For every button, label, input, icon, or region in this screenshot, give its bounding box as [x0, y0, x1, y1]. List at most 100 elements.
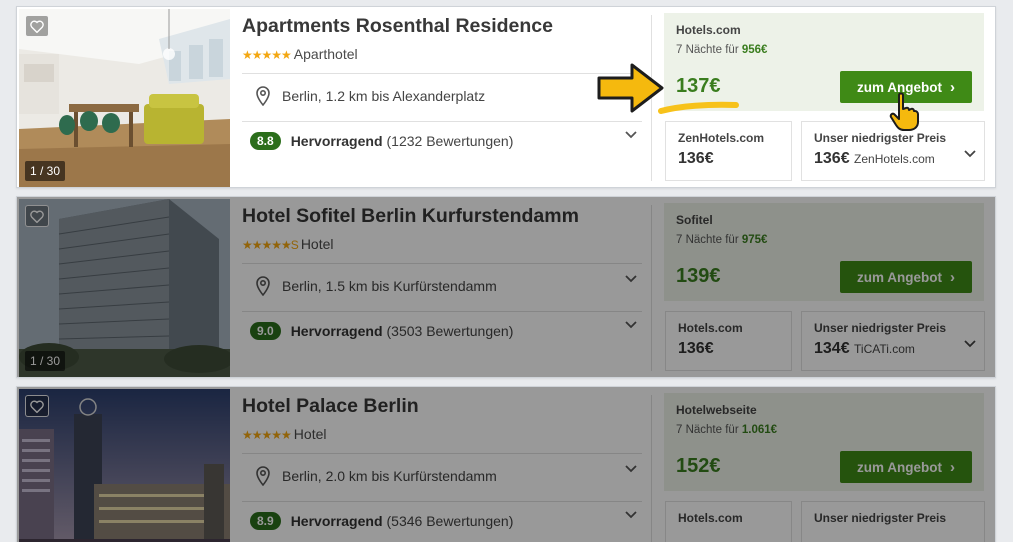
deal-total: 1.061€	[741, 424, 778, 436]
location-row[interactable]: Berlin, 2.0 km bis Kurfürstendamm	[256, 466, 497, 486]
to-offer-button[interactable]: zum Angebot ›	[840, 261, 972, 293]
top-deal-panel[interactable]: Hotels.com 7 Nächte für 956€ 137€ zum An…	[664, 13, 984, 111]
deal-price: 139€	[676, 265, 721, 287]
star-rating: ★★★★★	[242, 238, 292, 252]
alt-offer-1[interactable]: Hotels.com	[665, 501, 792, 542]
hotel-category: ★★★★★S Hotel	[242, 236, 334, 252]
location-pin-icon	[256, 466, 270, 486]
price-underline	[658, 101, 739, 114]
deal-provider: Hotelwebseite	[676, 403, 757, 417]
favorite-heart-button[interactable]	[25, 395, 49, 417]
hotel-type: Aparthotel	[293, 46, 358, 62]
alt-provider: Hotels.com	[678, 321, 743, 335]
rating-label: Hervorragend	[290, 133, 383, 149]
hotel-name[interactable]: Hotel Sofitel Berlin Kurfurstendamm	[242, 205, 579, 228]
superior-mark: S	[290, 238, 299, 252]
chevron-down-icon[interactable]	[625, 465, 637, 473]
divider	[242, 121, 642, 122]
lowest-price-offer[interactable]: Unser niedrigster Preis 134€ TiCATi.com	[801, 311, 985, 371]
chevron-down-icon[interactable]	[964, 340, 976, 348]
rating-score-badge: 9.0	[250, 322, 281, 340]
location-pin-icon	[256, 86, 270, 106]
divider	[242, 311, 642, 312]
hotel-photo[interactable]: 1 / 30	[19, 9, 230, 187]
alt-offer-1[interactable]: Hotels.com 136€	[665, 311, 792, 371]
location-text: Berlin, 2.0 km bis Kurfürstendamm	[282, 468, 497, 484]
chevron-right-icon: ›	[950, 458, 955, 476]
heart-icon	[30, 210, 44, 223]
chevron-down-icon[interactable]	[625, 321, 637, 329]
hotel-category: ★★★★★ Hotel	[242, 426, 326, 442]
hotel-card-1[interactable]: 1 / 30 Apartments Rosenthal Residence ★★…	[16, 6, 996, 188]
hotel-card-2[interactable]: 1 / 30 Hotel Sofitel Berlin Kurfurstenda…	[16, 196, 996, 378]
chevron-down-icon[interactable]	[625, 275, 637, 283]
chevron-right-icon: ›	[950, 268, 955, 286]
hotel-name[interactable]: Apartments Rosenthal Residence	[242, 15, 553, 38]
to-offer-label: zum Angebot	[857, 269, 942, 285]
divider	[242, 73, 642, 74]
favorite-heart-button[interactable]	[25, 205, 49, 227]
divider	[242, 453, 642, 454]
heart-icon	[30, 20, 44, 33]
to-offer-button[interactable]: zum Angebot ›	[840, 451, 972, 483]
deal-total: 956€	[741, 44, 768, 56]
hotel-type: Hotel	[300, 236, 334, 252]
arrow-right-icon	[597, 63, 664, 113]
hotel-name[interactable]: Hotel Palace Berlin	[242, 395, 419, 418]
photo-counter: 1 / 30	[25, 351, 66, 371]
deal-price: 137€	[676, 75, 721, 97]
chevron-down-icon[interactable]	[625, 511, 637, 519]
rating-label: Hervorragend	[290, 513, 383, 529]
lowest-price-site: TiCATi.com	[854, 342, 915, 356]
location-row[interactable]: Berlin, 1.5 km bis Kurfürstendamm	[256, 276, 497, 296]
rating-count: (5346 Bewertungen)	[386, 513, 514, 529]
alt-price: 136€	[678, 340, 714, 357]
hand-pointer-icon	[889, 92, 919, 131]
alt-offer-1[interactable]: ZenHotels.com 136€	[665, 121, 792, 181]
hotel-photo[interactable]: 1 / 30	[19, 199, 230, 377]
rating-score-badge: 8.9	[250, 512, 281, 530]
lowest-price: 136€ ZenHotels.com	[814, 150, 935, 167]
deal-price: 152€	[676, 455, 721, 477]
top-deal-panel[interactable]: Hotelwebseite 7 Nächte für 1.061€ 152€ z…	[664, 393, 984, 491]
column-divider	[651, 205, 652, 371]
top-deal-panel[interactable]: Sofitel 7 Nächte für 975€ 139€ zum Angeb…	[664, 203, 984, 301]
rating-count: (1232 Bewertungen)	[386, 133, 514, 149]
lowest-price-label: Unser niedrigster Preis	[814, 131, 947, 145]
rating-score-badge: 8.8	[250, 132, 281, 150]
hotel-photo[interactable]	[19, 389, 230, 542]
deal-nights: 7 Nächte für 975€	[676, 234, 768, 246]
deal-nights: 7 Nächte für 956€	[676, 44, 768, 56]
lowest-price-site: ZenHotels.com	[854, 152, 935, 166]
location-text: Berlin, 1.2 km bis Alexanderplatz	[282, 88, 486, 104]
deal-provider: Hotels.com	[676, 23, 741, 37]
rating-row[interactable]: 9.0 Hervorragend (3503 Bewertungen)	[250, 322, 513, 340]
location-row[interactable]: Berlin, 1.2 km bis Alexanderplatz	[256, 86, 485, 106]
lowest-price-label: Unser niedrigster Preis	[814, 511, 947, 525]
hotel-card-3[interactable]: Hotel Palace Berlin ★★★★★ Hotel Berlin, 2…	[16, 386, 996, 542]
chevron-down-icon[interactable]	[625, 131, 637, 139]
alt-provider: ZenHotels.com	[678, 131, 765, 145]
column-divider	[651, 395, 652, 542]
rating-row[interactable]: 8.8 Hervorragend (1232 Bewertungen)	[250, 132, 513, 150]
to-offer-label: zum Angebot	[857, 459, 942, 475]
chevron-down-icon[interactable]	[964, 150, 976, 158]
alt-price: 136€	[678, 150, 714, 167]
lowest-price-offer[interactable]: Unser niedrigster Preis	[801, 501, 985, 542]
rating-count: (3503 Bewertungen)	[386, 323, 514, 339]
photo-counter: 1 / 30	[25, 161, 66, 181]
divider	[242, 501, 642, 502]
hotel-category: ★★★★★ Aparthotel	[242, 46, 358, 62]
divider	[242, 263, 642, 264]
deal-nights: 7 Nächte für 1.061€	[676, 424, 778, 436]
deal-total: 975€	[741, 234, 768, 246]
hotel-type: Hotel	[293, 426, 327, 442]
location-text: Berlin, 1.5 km bis Kurfürstendamm	[282, 278, 497, 294]
rating-label: Hervorragend	[290, 323, 383, 339]
alt-provider: Hotels.com	[678, 511, 743, 525]
star-rating: ★★★★★	[242, 48, 292, 62]
chevron-right-icon: ›	[950, 78, 955, 96]
rating-row[interactable]: 8.9 Hervorragend (5346 Bewertungen)	[250, 512, 513, 530]
favorite-heart-button[interactable]	[25, 15, 49, 37]
heart-icon	[30, 400, 44, 413]
